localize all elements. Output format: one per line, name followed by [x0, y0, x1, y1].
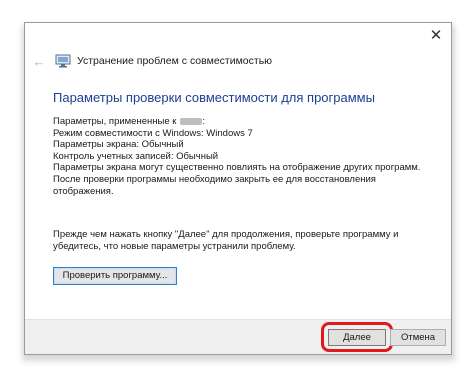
uac-text: Контроль учетных записей: Обычный: [53, 150, 219, 162]
applied-to-label: Параметры, примененные к: [53, 116, 177, 127]
footer-bar: Далее Отмена: [25, 319, 451, 354]
troubleshooter-window: ✕ ← Устранение проблем с совместимостью …: [24, 22, 452, 355]
screen-params-text: Параметры экрана: Обычный: [53, 139, 184, 151]
redacted-program-name: [180, 117, 203, 125]
close-icon[interactable]: ✕: [426, 27, 446, 45]
test-program-button[interactable]: Проверить программу...: [53, 267, 177, 285]
screen-warning-text: Параметры экрана могут существенно повли…: [53, 162, 421, 197]
back-arrow-icon[interactable]: ←: [31, 54, 47, 69]
page-title: Параметры проверки совместимости для про…: [53, 90, 375, 105]
nav-title: Устранение проблем с совместимостью: [77, 55, 273, 67]
cancel-button[interactable]: Отмена: [390, 329, 446, 346]
instruction-text: Прежде чем нажать кнопку "Далее" для про…: [53, 229, 399, 252]
compatibility-troubleshooter-icon: [55, 54, 71, 68]
settings-summary: Параметры, примененные к: Режим совмести…: [53, 116, 438, 197]
compat-mode-text: Режим совместимости с Windows: Windows 7: [53, 127, 253, 139]
next-button-highlight: [321, 322, 393, 352]
nav-bar: ← Устранение проблем с совместимостью: [31, 53, 273, 69]
